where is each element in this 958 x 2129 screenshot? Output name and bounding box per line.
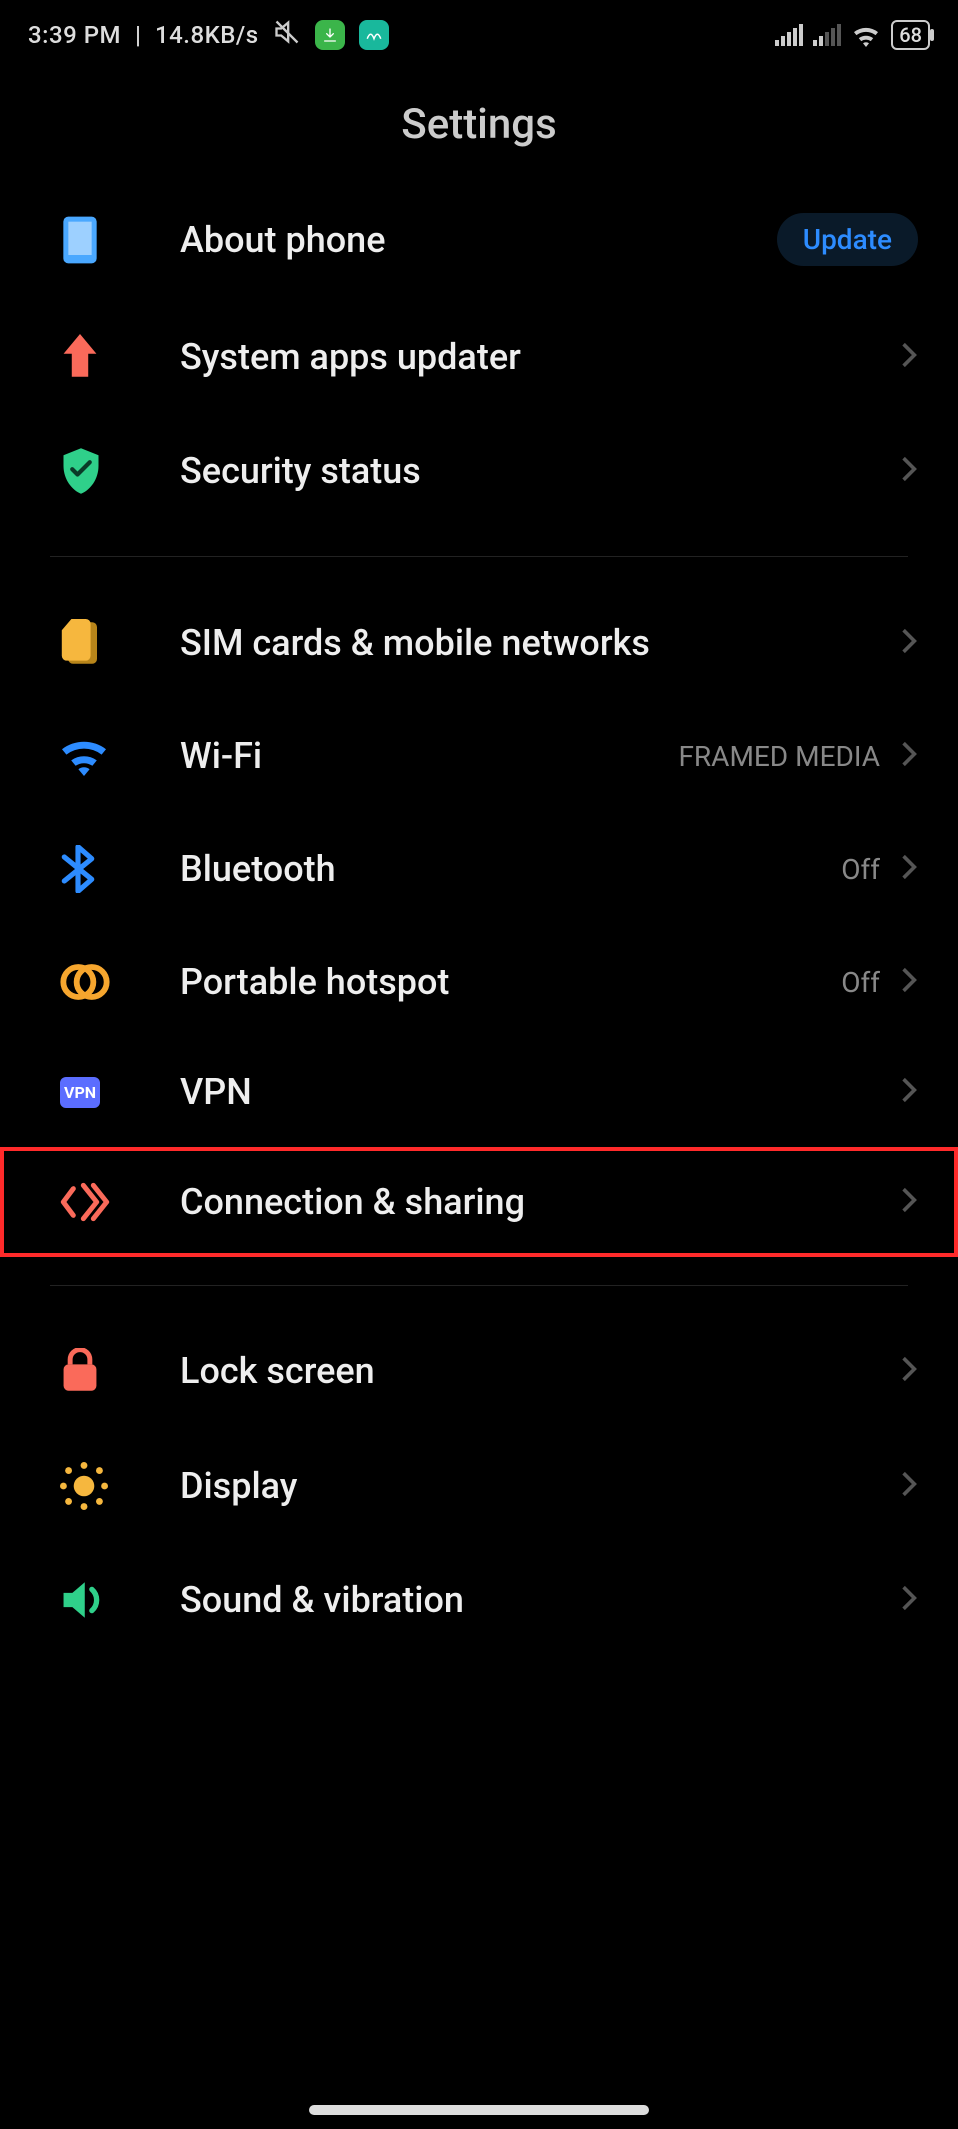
status-bar-left: 3:39 PM | 14.8KB/s bbox=[28, 18, 389, 52]
row-system-apps-updater[interactable]: System apps updater bbox=[0, 300, 958, 414]
row-label: Portable hotspot bbox=[140, 961, 841, 1003]
battery-indicator: 68 bbox=[891, 20, 930, 50]
row-label: Security status bbox=[140, 450, 900, 492]
row-wifi[interactable]: Wi-Fi FRAMED MEDIA bbox=[0, 701, 958, 811]
arrow-up-icon bbox=[60, 334, 140, 380]
row-value: Off bbox=[841, 853, 880, 886]
status-bar: 3:39 PM | 14.8KB/s bbox=[0, 0, 958, 60]
status-bar-right: 68 bbox=[775, 20, 930, 50]
chevron-right-icon bbox=[900, 1075, 918, 1109]
shield-icon bbox=[60, 448, 140, 494]
lock-icon bbox=[60, 1348, 140, 1394]
row-connection-sharing[interactable]: Connection & sharing bbox=[0, 1147, 958, 1257]
vpn-icon: VPN bbox=[60, 1077, 140, 1108]
page-title: Settings bbox=[0, 100, 958, 149]
row-label: Wi-Fi bbox=[140, 735, 678, 777]
chevron-right-icon bbox=[900, 965, 918, 999]
download-badge-icon bbox=[315, 20, 345, 50]
row-value: FRAMED MEDIA bbox=[678, 740, 880, 773]
settings-group-about: About phone Update System apps updater S… bbox=[0, 179, 958, 528]
status-time: 3:39 PM bbox=[28, 21, 121, 49]
battery-level: 68 bbox=[899, 23, 922, 47]
row-sim-cards[interactable]: SIM cards & mobile networks bbox=[0, 585, 958, 701]
row-label: VPN bbox=[140, 1071, 900, 1113]
sun-icon bbox=[60, 1462, 140, 1510]
row-label: Connection & sharing bbox=[140, 1181, 900, 1223]
row-label: SIM cards & mobile networks bbox=[140, 622, 900, 664]
app-badge-icon bbox=[359, 20, 389, 50]
sim-icon bbox=[60, 619, 140, 667]
row-lock-screen[interactable]: Lock screen bbox=[0, 1314, 958, 1428]
chevron-right-icon bbox=[900, 1354, 918, 1388]
row-about-phone[interactable]: About phone Update bbox=[0, 179, 958, 300]
row-label: Lock screen bbox=[140, 1350, 900, 1392]
update-badge[interactable]: Update bbox=[777, 213, 918, 266]
hotspot-icon bbox=[60, 962, 140, 1002]
row-bluetooth[interactable]: Bluetooth Off bbox=[0, 811, 958, 927]
phone-icon bbox=[60, 215, 140, 265]
home-indicator[interactable] bbox=[309, 2105, 649, 2115]
chevron-right-icon bbox=[900, 626, 918, 660]
row-label: Bluetooth bbox=[140, 848, 841, 890]
signal-2-icon bbox=[813, 24, 841, 46]
chevron-right-icon bbox=[900, 852, 918, 886]
chevron-right-icon bbox=[900, 1469, 918, 1503]
section-divider bbox=[50, 1285, 908, 1286]
settings-group-device: Lock screen Display bbox=[0, 1314, 958, 1656]
chevron-right-icon bbox=[900, 454, 918, 488]
chevron-right-icon bbox=[900, 1583, 918, 1617]
chevron-right-icon bbox=[900, 340, 918, 374]
row-vpn[interactable]: VPN VPN bbox=[0, 1037, 958, 1147]
section-divider bbox=[50, 556, 908, 557]
speaker-icon bbox=[60, 1578, 140, 1622]
row-security-status[interactable]: Security status bbox=[0, 414, 958, 528]
row-portable-hotspot[interactable]: Portable hotspot Off bbox=[0, 927, 958, 1037]
connection-icon bbox=[60, 1181, 140, 1223]
row-label: System apps updater bbox=[140, 336, 900, 378]
row-sound-vibration[interactable]: Sound & vibration bbox=[0, 1544, 958, 1656]
signal-1-icon bbox=[775, 24, 803, 46]
chevron-right-icon bbox=[900, 1185, 918, 1219]
row-label: Display bbox=[140, 1465, 900, 1507]
row-label: About phone bbox=[140, 219, 777, 261]
row-label: Sound & vibration bbox=[140, 1579, 900, 1621]
mute-icon bbox=[273, 18, 301, 52]
settings-group-network: SIM cards & mobile networks Wi-Fi FRAMED… bbox=[0, 585, 958, 1257]
status-netspeed: 14.8KB/s bbox=[155, 21, 259, 49]
bluetooth-icon bbox=[60, 845, 140, 893]
wifi-status-icon bbox=[851, 23, 881, 47]
wifi-icon bbox=[60, 736, 140, 776]
chevron-right-icon bbox=[900, 739, 918, 773]
row-value: Off bbox=[841, 966, 880, 999]
row-display[interactable]: Display bbox=[0, 1428, 958, 1544]
